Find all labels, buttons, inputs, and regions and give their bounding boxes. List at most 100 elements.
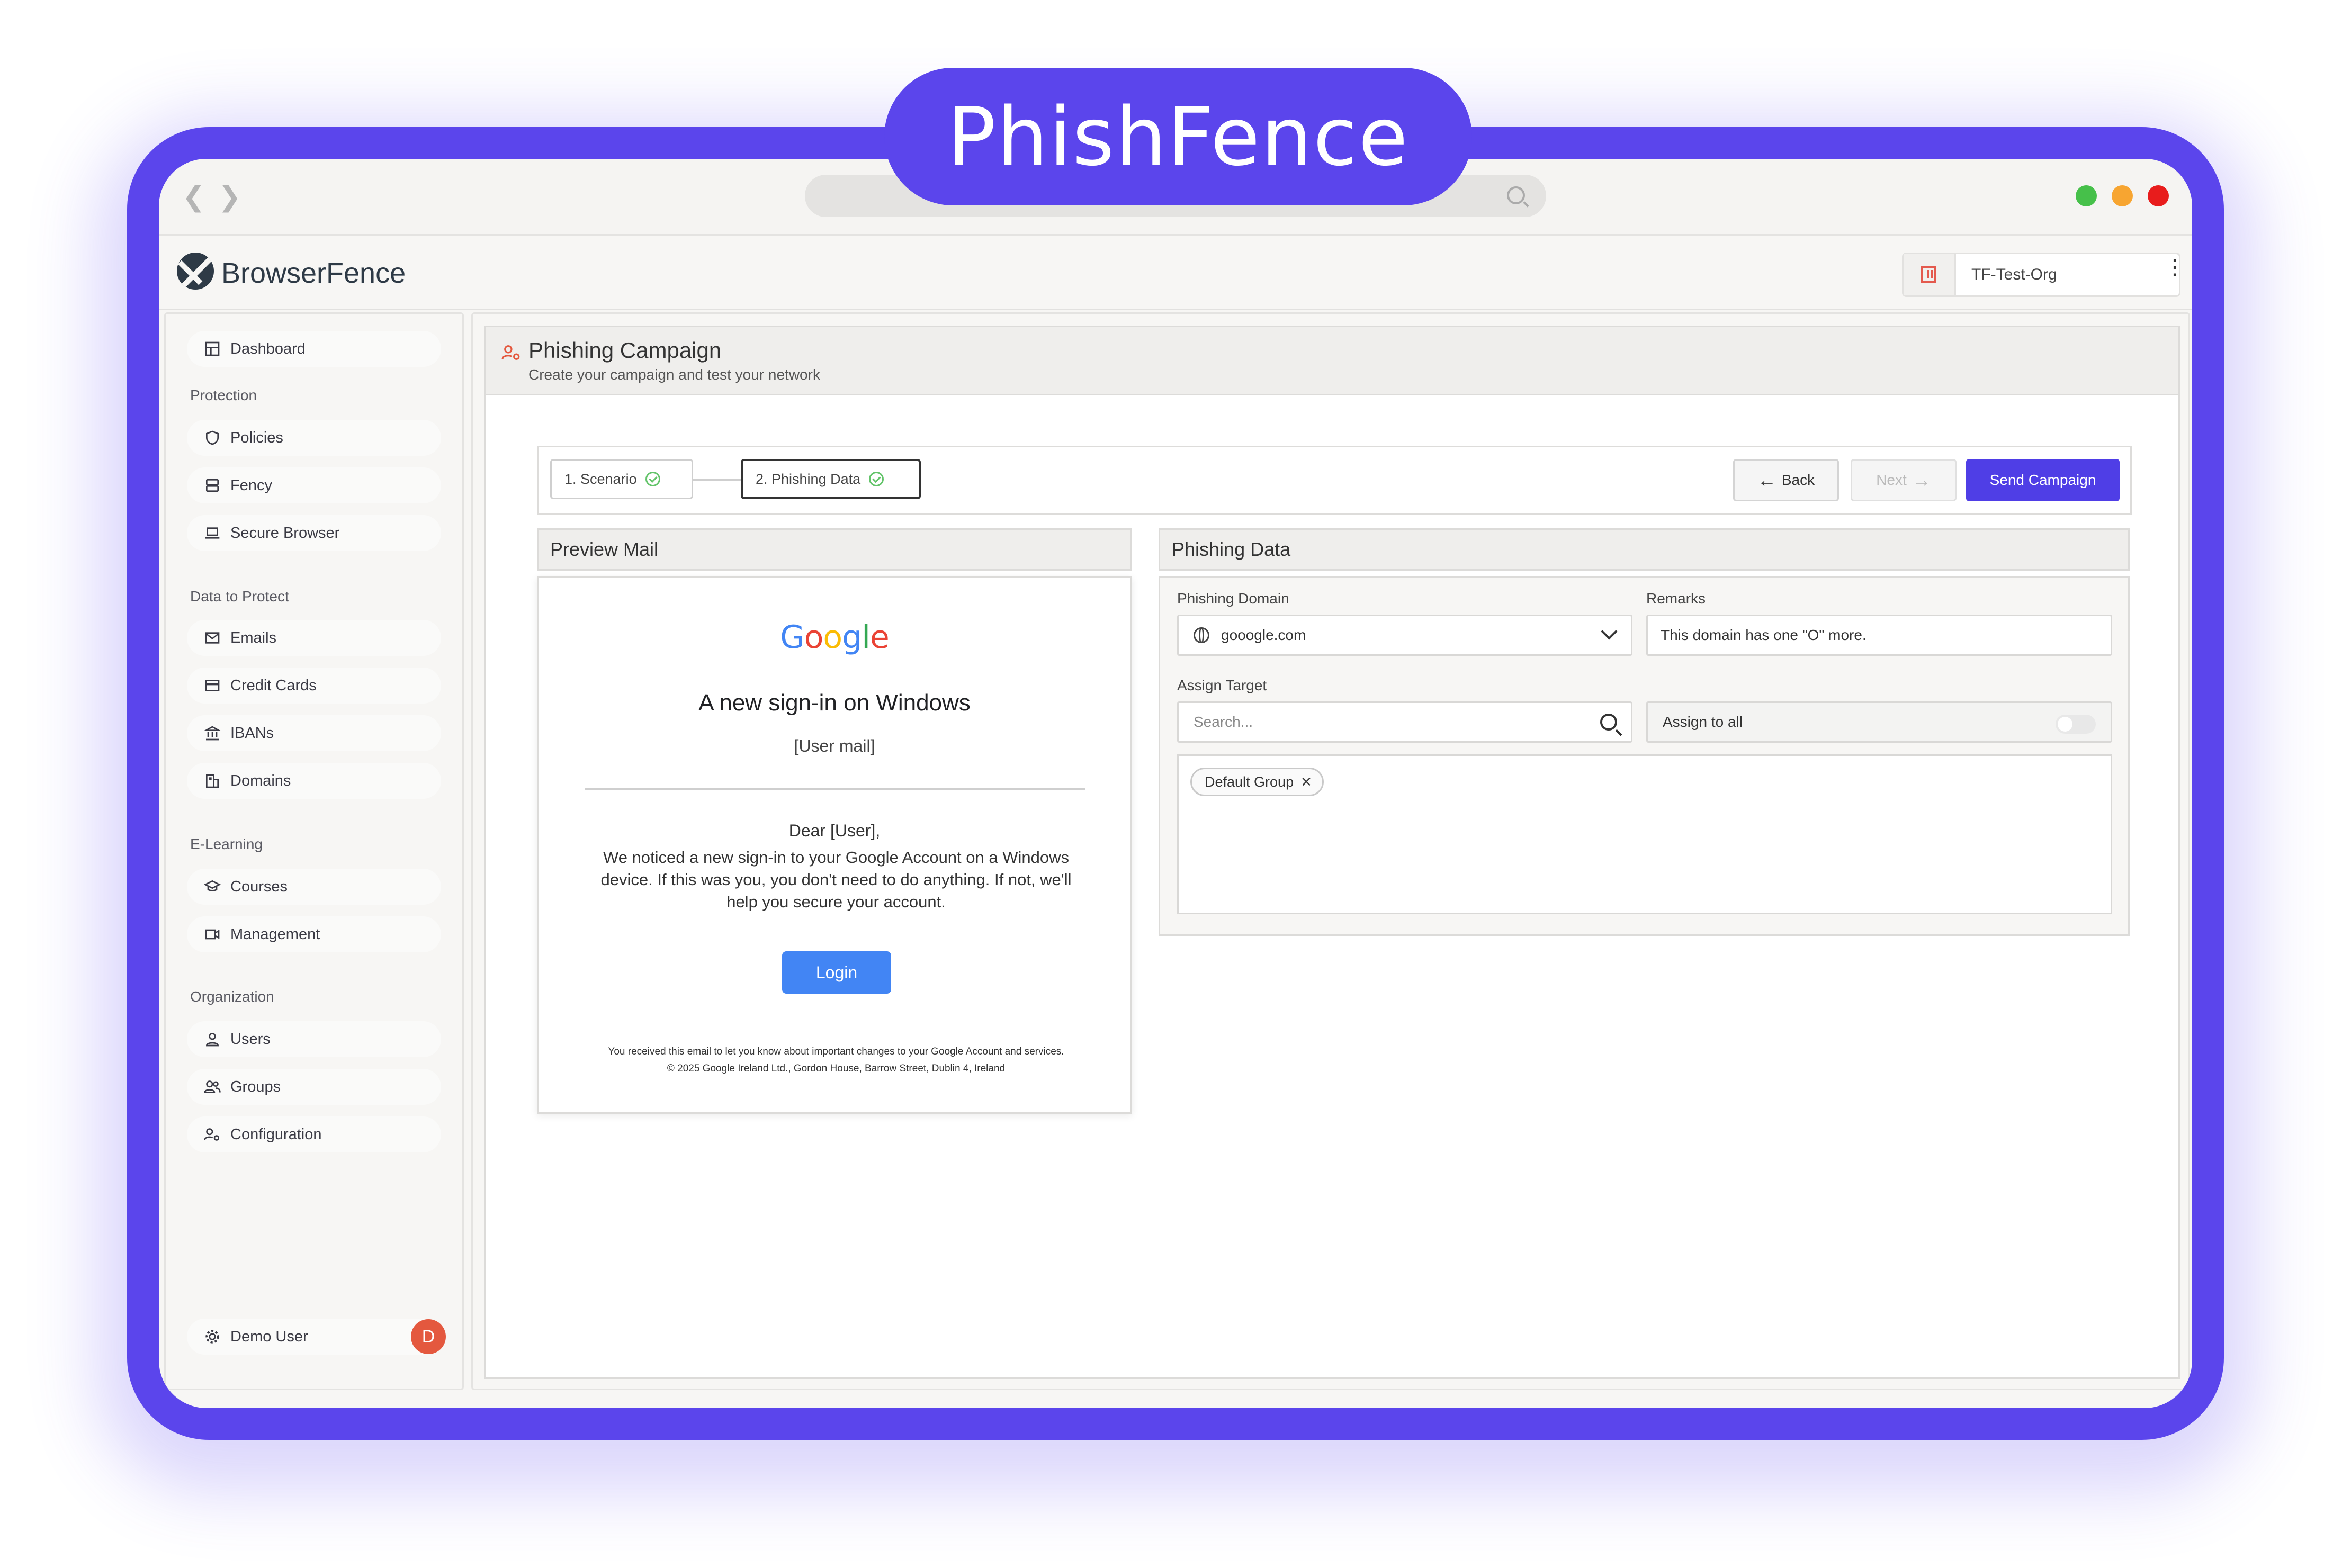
sidebar-item-label: Credit Cards bbox=[230, 677, 317, 694]
sidebar-item-secure-browser[interactable]: Secure Browser bbox=[187, 515, 441, 551]
sidebar-item-policies[interactable]: Policies bbox=[187, 420, 441, 456]
arrow-left-icon: ← bbox=[1757, 469, 1776, 491]
close-icon[interactable]: × bbox=[1301, 772, 1312, 792]
mail-icon bbox=[203, 628, 222, 647]
brand-badge: PhishFence bbox=[884, 68, 1472, 205]
check-circle-icon bbox=[645, 472, 660, 486]
sidebar-item-dashboard[interactable]: Dashboard bbox=[187, 331, 441, 367]
user-icon bbox=[203, 1030, 222, 1049]
back-label: Back bbox=[1781, 472, 1815, 488]
user-gear-icon bbox=[203, 1125, 222, 1144]
preview-mail-header: Preview Mail bbox=[537, 528, 1132, 571]
sidebar-item-fency[interactable]: Fency bbox=[187, 467, 441, 503]
more-options-icon[interactable]: ⋮ bbox=[2164, 257, 2185, 278]
app-header: BrowserFence TF-Test-Org ⋮ bbox=[159, 236, 2192, 310]
mail-footer-line: You received this email to let you know … bbox=[608, 1046, 1064, 1057]
mail-body: We noticed a new sign-in to your Google … bbox=[600, 848, 1072, 911]
step-scenario[interactable]: 1. Scenario bbox=[550, 459, 693, 499]
sidebar-item-credit-cards[interactable]: Credit Cards bbox=[187, 668, 441, 704]
window-close-dot[interactable] bbox=[2148, 185, 2169, 206]
assign-all-toggle[interactable] bbox=[2056, 715, 2096, 734]
user-name: Demo User bbox=[230, 1328, 308, 1345]
page-header: Phishing Campaign Create your campaign a… bbox=[486, 327, 2178, 395]
remarks-field[interactable]: This domain has one "O" more. bbox=[1646, 615, 2112, 656]
dashboard-icon bbox=[203, 339, 222, 358]
sidebar-section-protection: Protection bbox=[190, 387, 257, 403]
graduation-cap-icon bbox=[203, 877, 222, 896]
assign-to-all-row: Assign to all bbox=[1646, 701, 2112, 743]
sidebar-item-emails[interactable]: Emails bbox=[187, 620, 441, 656]
users-icon bbox=[203, 1077, 222, 1096]
mail-footer-line: © 2025 Google Ireland Ltd., Gordon House… bbox=[667, 1063, 1006, 1074]
search-placeholder: Search... bbox=[1194, 714, 1253, 730]
mail-divider bbox=[585, 788, 1085, 790]
phishing-data-form: Phishing Domain gooogle.com Remarks This… bbox=[1159, 576, 2130, 936]
sidebar-item-label: Dashboard bbox=[230, 340, 306, 357]
user-gear-icon bbox=[501, 342, 522, 363]
sidebar-item-domains[interactable]: Domains bbox=[187, 763, 441, 799]
next-label: Next bbox=[1876, 472, 1907, 488]
bank-icon bbox=[203, 724, 222, 743]
sidebar-item-label: Emails bbox=[230, 629, 277, 646]
mail-user: [User mail] bbox=[794, 736, 875, 755]
sidebar-item-label: Policies bbox=[230, 429, 283, 446]
sidebar-item-label: Secure Browser bbox=[230, 524, 340, 542]
search-icon[interactable] bbox=[1600, 714, 1617, 731]
arrow-right-icon: → bbox=[1912, 469, 1931, 491]
sidebar-item-label: IBANs bbox=[230, 724, 274, 742]
gear-icon bbox=[203, 1327, 222, 1346]
sidebar-item-label: Configuration bbox=[230, 1125, 322, 1143]
sidebar-item-users[interactable]: Users bbox=[187, 1021, 441, 1057]
preview-mail-card: Google A new sign-in on Windows [User ma… bbox=[537, 576, 1132, 1114]
video-icon bbox=[203, 925, 222, 944]
org-selector[interactable]: TF-Test-Org ⋮ bbox=[1902, 253, 2185, 297]
building-icon bbox=[1904, 254, 1956, 295]
phishing-data-header: Phishing Data bbox=[1159, 528, 2130, 571]
mail-greeting: Dear [User], bbox=[788, 821, 881, 840]
back-button[interactable]: ← Back bbox=[1733, 459, 1839, 501]
window-maximize-dot[interactable] bbox=[2076, 185, 2097, 206]
assign-all-label: Assign to all bbox=[1663, 714, 1743, 730]
browser-back-icon[interactable]: ❮ bbox=[182, 181, 205, 213]
sidebar-user-menu[interactable]: Demo User bbox=[187, 1319, 441, 1355]
page-subtitle: Create your campaign and test your netwo… bbox=[528, 366, 820, 383]
sidebar-item-label: Groups bbox=[230, 1078, 281, 1095]
laptop-icon bbox=[203, 524, 222, 543]
tag-chip: Default Group × bbox=[1190, 768, 1324, 796]
app-logo-text: BrowserFence bbox=[221, 257, 406, 289]
sidebar-item-groups[interactable]: Groups bbox=[187, 1069, 441, 1105]
tag-label: Default Group bbox=[1205, 773, 1294, 790]
next-button[interactable]: Next → bbox=[1851, 459, 1957, 501]
sidebar-item-configuration[interactable]: Configuration bbox=[187, 1116, 441, 1152]
mail-login-button[interactable]: Login bbox=[782, 951, 891, 994]
remarks-value: This domain has one "O" more. bbox=[1661, 627, 1867, 643]
sidebar-item-label: Domains bbox=[230, 772, 291, 789]
selected-targets[interactable]: Default Group × bbox=[1177, 754, 2112, 914]
sidebar: Dashboard Protection Policies Fency Secu… bbox=[164, 312, 464, 1390]
browser-forward-icon[interactable]: ❯ bbox=[218, 181, 241, 213]
chevron-down-icon bbox=[1601, 623, 1618, 640]
step-phishing-data[interactable]: 2. Phishing Data bbox=[741, 459, 921, 499]
step-label: 2. Phishing Data bbox=[756, 471, 861, 487]
phishing-domain-select[interactable]: gooogle.com bbox=[1177, 615, 1632, 656]
target-search-input[interactable]: Search... bbox=[1177, 701, 1632, 743]
server-icon bbox=[203, 476, 222, 495]
sidebar-section-organization: Organization bbox=[190, 988, 274, 1005]
credit-card-icon bbox=[203, 676, 222, 695]
sidebar-item-courses[interactable]: Courses bbox=[187, 869, 441, 905]
window-minimize-dot[interactable] bbox=[2112, 185, 2133, 206]
sidebar-item-ibans[interactable]: IBANs bbox=[187, 715, 441, 751]
org-name: TF-Test-Org bbox=[1971, 266, 2057, 283]
send-campaign-button[interactable]: Send Campaign bbox=[1966, 459, 2120, 501]
sidebar-item-management[interactable]: Management bbox=[187, 916, 441, 952]
avatar[interactable]: D bbox=[411, 1319, 446, 1354]
sidebar-item-label: Management bbox=[230, 925, 320, 943]
sidebar-item-label: Courses bbox=[230, 878, 288, 895]
step-connector bbox=[693, 479, 741, 481]
mail-title: A new sign-in on Windows bbox=[698, 690, 971, 716]
shield-icon bbox=[203, 428, 222, 447]
sidebar-item-label: Users bbox=[230, 1030, 271, 1048]
step-label: 1. Scenario bbox=[564, 471, 637, 487]
page-title: Phishing Campaign bbox=[528, 338, 722, 363]
domain-value: gooogle.com bbox=[1221, 627, 1306, 643]
